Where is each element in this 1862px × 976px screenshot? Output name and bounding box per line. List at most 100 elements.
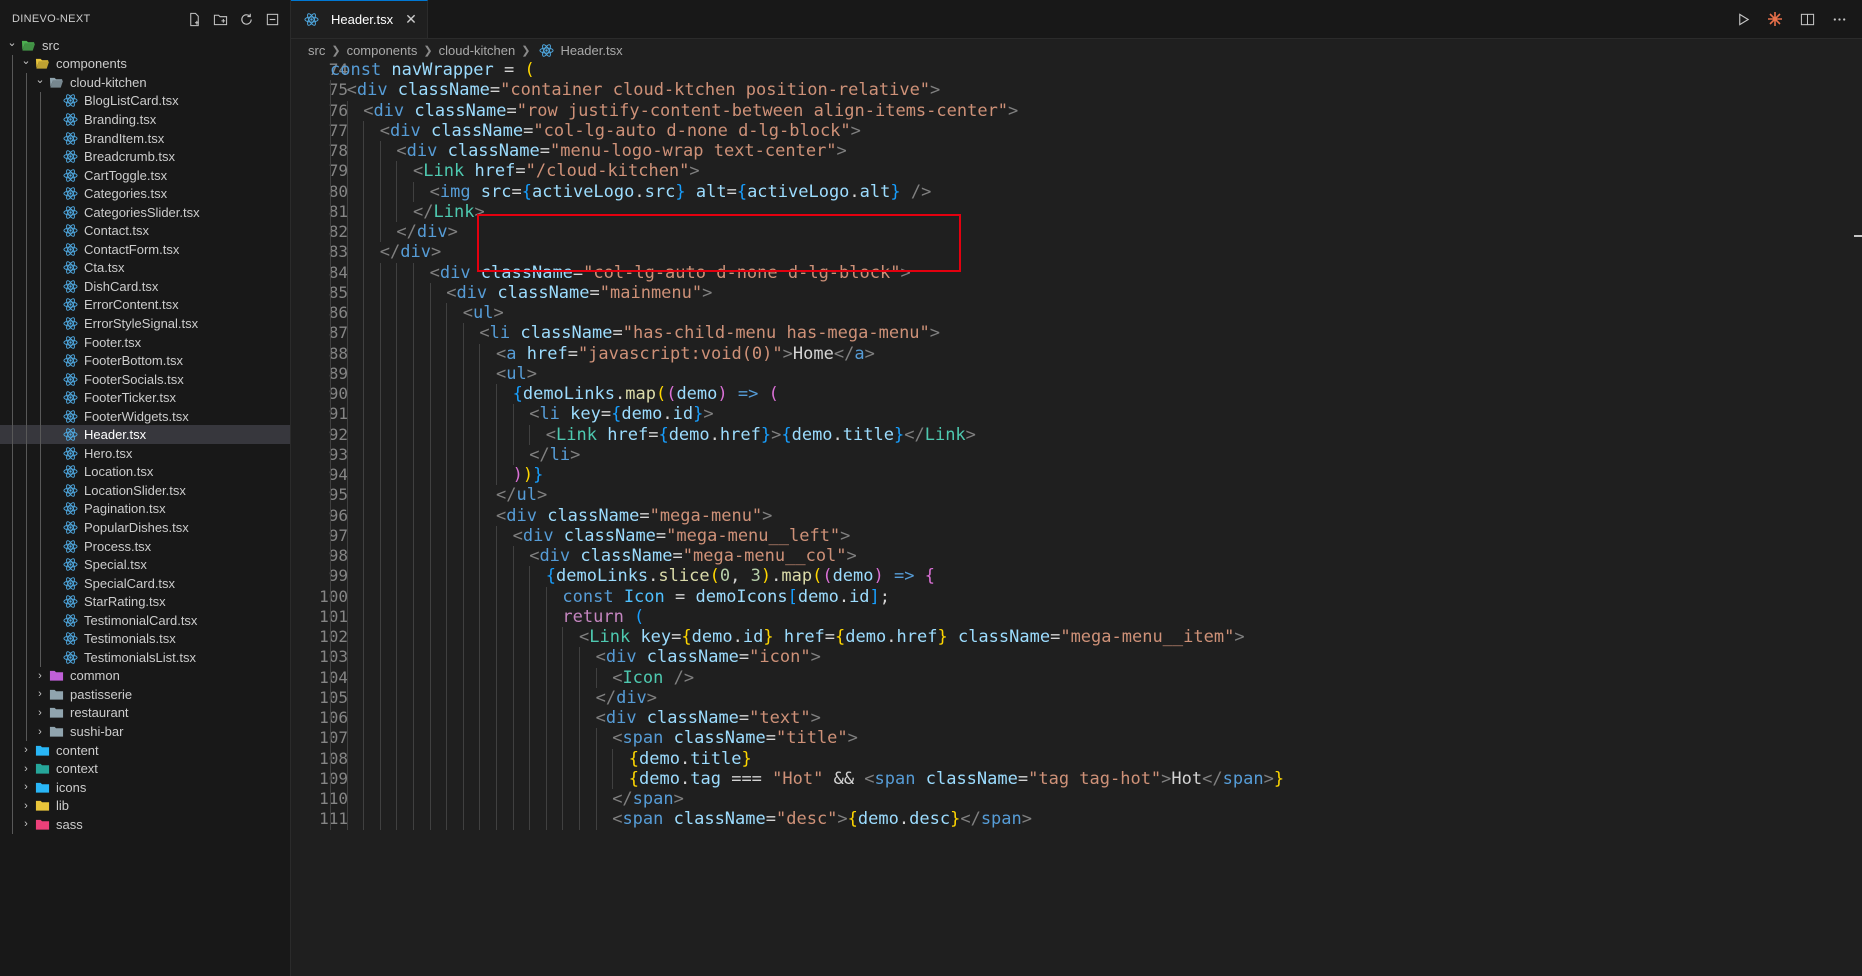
- file-row[interactable]: BlogListCard.tsx: [0, 91, 290, 111]
- folder-row[interactable]: › common: [0, 666, 290, 686]
- code-token: "mega-menu__left": [666, 525, 841, 546]
- code-line: 83 </div>: [291, 242, 1862, 263]
- indent-guide: [479, 363, 481, 384]
- file-row[interactable]: Location.tsx: [0, 462, 290, 482]
- file-row[interactable]: Special.tsx: [0, 555, 290, 574]
- code-token: (: [655, 384, 667, 404]
- folder-row[interactable]: ⌄ src: [0, 36, 290, 55]
- code-token: <: [512, 525, 523, 546]
- code-token: "col-lg-auto d-none d-lg-block": [583, 262, 901, 283]
- folder-row[interactable]: › icons: [0, 777, 290, 797]
- file-row[interactable]: BrandItem.tsx: [0, 128, 290, 148]
- indent-guide: [346, 768, 348, 789]
- file-row[interactable]: ErrorStyleSignal.tsx: [0, 314, 290, 333]
- folder-row[interactable]: ⌄ cloud-kitchen: [0, 73, 290, 92]
- code-text: <ul>: [496, 364, 537, 384]
- breadcrumb-cloud-kitchen[interactable]: cloud-kitchen: [439, 43, 516, 58]
- new-file-icon[interactable]: [186, 11, 202, 27]
- indent-guide: [363, 303, 365, 324]
- file-row[interactable]: Header.tsx: [0, 425, 290, 445]
- file-row[interactable]: Hero.tsx: [0, 444, 290, 463]
- file-row[interactable]: CategoriesSlider.tsx: [0, 202, 290, 222]
- code-token: className: [563, 525, 656, 546]
- folder-row[interactable]: › restaurant: [0, 703, 290, 723]
- file-row[interactable]: FooterTicker.tsx: [0, 388, 290, 407]
- file-row[interactable]: CartToggle.tsx: [0, 165, 290, 185]
- folder-row[interactable]: › context: [0, 759, 290, 778]
- file-row[interactable]: FooterBottom.tsx: [0, 351, 290, 370]
- file-row[interactable]: FooterSocials.tsx: [0, 369, 290, 389]
- code-token: <: [496, 363, 507, 384]
- file-row[interactable]: Contact.tsx: [0, 221, 290, 241]
- file-row[interactable]: Testimonials.tsx: [0, 629, 290, 649]
- code-token: demo: [639, 768, 680, 789]
- folder-row[interactable]: ⌄ components: [0, 54, 290, 74]
- code-token: map: [781, 566, 813, 587]
- code-text: </div>: [596, 688, 657, 708]
- code-text: </li>: [529, 445, 580, 465]
- indent-guide: [346, 242, 348, 263]
- refresh-icon[interactable]: [238, 11, 254, 27]
- file-row[interactable]: TestimonialsList.tsx: [0, 648, 290, 667]
- code-token: =>: [894, 566, 915, 587]
- file-row[interactable]: Cta.tsx: [0, 258, 290, 278]
- code-token: id: [742, 627, 764, 647]
- indent-guide: [40, 351, 41, 370]
- indent-guide: [429, 728, 431, 749]
- breadcrumb-header-tsx[interactable]: Header.tsx: [560, 43, 622, 58]
- folder-row[interactable]: › sass: [0, 814, 290, 834]
- file-row[interactable]: StarRating.tsx: [0, 592, 290, 611]
- chevron-right-icon: ❯: [521, 44, 531, 57]
- split-editor-icon[interactable]: [1798, 10, 1816, 28]
- folder-row[interactable]: › content: [0, 740, 290, 760]
- indent-guide: [562, 748, 564, 769]
- tree-item-label: common: [70, 668, 120, 684]
- folder-row[interactable]: › sushi-bar: [0, 722, 290, 741]
- indent-guide: [346, 161, 348, 182]
- run-icon[interactable]: [1734, 10, 1752, 28]
- code-editor[interactable]: 74 const navWrapper = (75 <div className="…: [291, 60, 1862, 976]
- file-row[interactable]: Footer.tsx: [0, 332, 290, 352]
- code-token: <: [429, 262, 440, 283]
- file-row[interactable]: Branding.tsx: [0, 110, 290, 129]
- collapse-all-icon[interactable]: [264, 11, 280, 27]
- folder-row[interactable]: › lib: [0, 796, 290, 815]
- file-row[interactable]: ErrorContent.tsx: [0, 295, 290, 315]
- file-row[interactable]: LocationSlider.tsx: [0, 481, 290, 500]
- chevron-right-icon: ›: [38, 706, 42, 719]
- more-actions-icon[interactable]: [1830, 10, 1848, 28]
- code-token: href: [896, 627, 938, 647]
- indent-guide: [462, 728, 464, 749]
- breadcrumb-components[interactable]: components: [347, 43, 418, 58]
- file-row[interactable]: ContactForm.tsx: [0, 240, 290, 259]
- indent-guide: [363, 809, 365, 830]
- code-token: </: [612, 789, 633, 809]
- indent-guide: [346, 100, 348, 121]
- file-row[interactable]: TestimonialCard.tsx: [0, 610, 290, 630]
- indent-guide: [26, 73, 27, 92]
- code-token: =: [489, 80, 501, 101]
- react-icon: [62, 111, 78, 127]
- indent-guide: [330, 282, 331, 303]
- file-row[interactable]: DishCard.tsx: [0, 277, 290, 296]
- chevron-right-icon: ›: [24, 762, 28, 775]
- file-row[interactable]: Process.tsx: [0, 536, 290, 556]
- file-row[interactable]: Breadcrumb.tsx: [0, 147, 290, 166]
- code-token: Icon: [622, 667, 674, 688]
- file-row[interactable]: Categories.tsx: [0, 184, 290, 203]
- tab-header-tsx[interactable]: Header.tsx ✕: [291, 0, 428, 38]
- indent-guide: [479, 546, 481, 567]
- chevron-right-icon: ›: [24, 781, 28, 794]
- code-token: <: [529, 404, 540, 425]
- spark-icon[interactable]: [1766, 10, 1784, 28]
- file-row[interactable]: SpecialCard.tsx: [0, 573, 290, 593]
- folder-row[interactable]: › pastisserie: [0, 685, 290, 704]
- new-folder-icon[interactable]: [212, 11, 228, 27]
- file-row[interactable]: FooterWidgets.tsx: [0, 406, 290, 426]
- close-icon[interactable]: ✕: [405, 11, 417, 28]
- code-token: demo: [791, 424, 833, 445]
- file-row[interactable]: Pagination.tsx: [0, 499, 290, 519]
- file-row[interactable]: PopularDishes.tsx: [0, 518, 290, 537]
- breadcrumb-src[interactable]: src: [308, 43, 325, 58]
- code-token: =: [523, 120, 534, 141]
